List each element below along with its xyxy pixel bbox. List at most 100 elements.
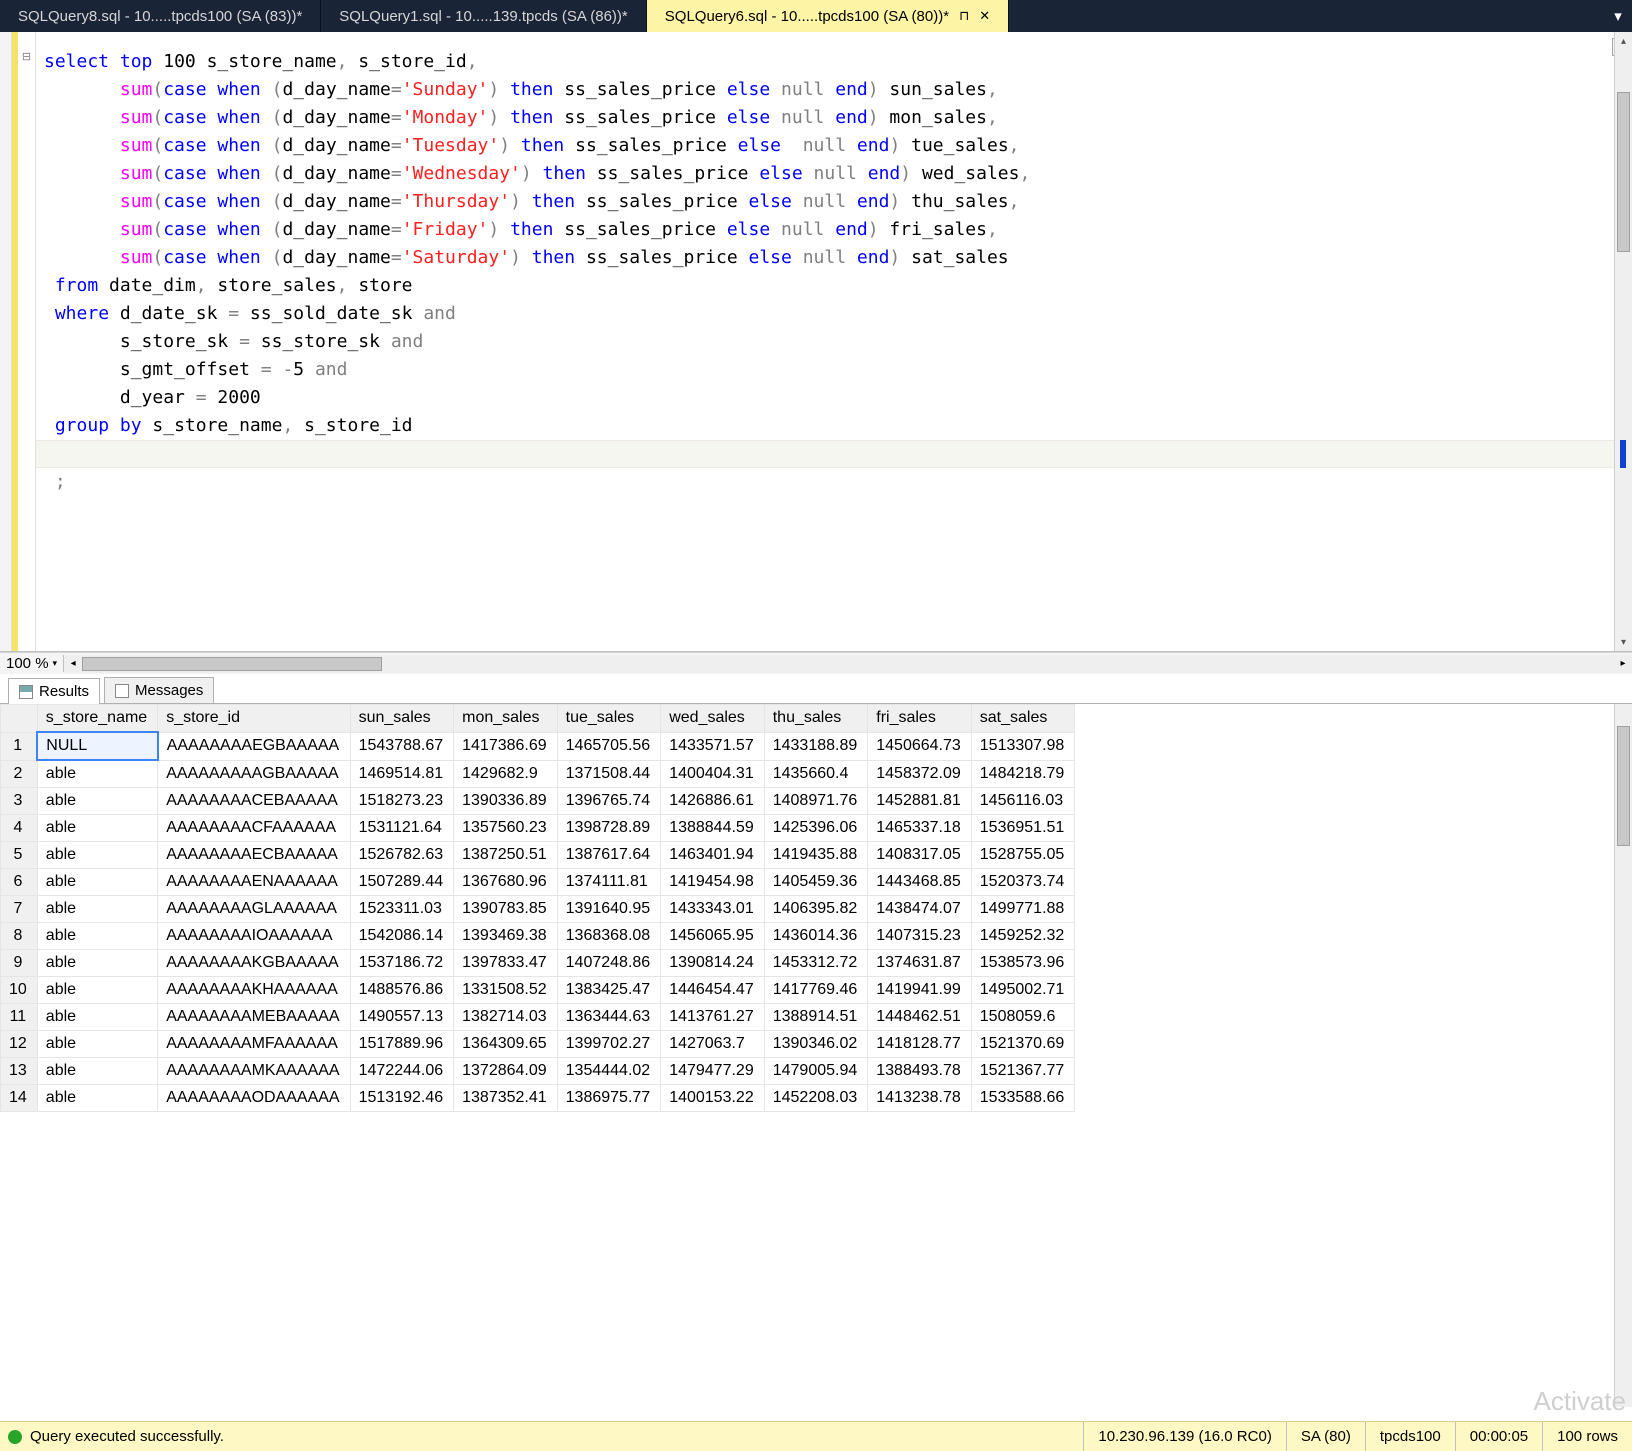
column-header[interactable]: sun_sales [350,705,454,733]
cell[interactable]: 1452881.81 [868,788,972,815]
cell[interactable]: 1388844.59 [661,815,765,842]
column-header[interactable]: thu_sales [764,705,868,733]
cell[interactable]: NULL [37,732,157,760]
cell[interactable]: 1419435.88 [764,842,868,869]
row-number[interactable]: 13 [1,1058,38,1085]
cell[interactable]: 1542086.14 [350,923,454,950]
table-row[interactable]: 4ableAAAAAAAACFAAAAAA1531121.641357560.2… [1,815,1075,842]
cell[interactable]: able [37,1058,157,1085]
row-number[interactable]: 11 [1,1004,38,1031]
cell[interactable]: 1388914.51 [764,1004,868,1031]
cell[interactable]: AAAAAAAAIOAAAAAA [158,923,350,950]
code-line[interactable]: select top 100 s_store_name, s_store_id, [44,48,1602,76]
cell[interactable]: 1484218.79 [971,760,1075,788]
cell[interactable]: 1518273.23 [350,788,454,815]
table-row[interactable]: 12ableAAAAAAAAMFAAAAAA1517889.961364309.… [1,1031,1075,1058]
row-number[interactable]: 14 [1,1085,38,1112]
cell[interactable]: 1463401.94 [661,842,765,869]
cell[interactable]: 1538573.96 [971,950,1075,977]
scroll-thumb[interactable] [1617,92,1630,252]
cell[interactable]: AAAAAAAAEGBAAAAA [158,732,350,760]
cell[interactable]: 1393469.38 [454,923,558,950]
cell[interactable]: AAAAAAAAMEBAAAAA [158,1004,350,1031]
cell[interactable]: able [37,842,157,869]
editor-horizontal-scrollbar[interactable]: ◂ ▸ [64,655,1632,673]
cell[interactable]: AAAAAAAAMFAAAAAA [158,1031,350,1058]
cell[interactable]: 1443468.85 [868,869,972,896]
cell[interactable]: AAAAAAAACFAAAAAA [158,815,350,842]
cell[interactable]: able [37,950,157,977]
cell[interactable]: 1413761.27 [661,1004,765,1031]
scroll-right-icon[interactable]: ▸ [1614,655,1632,673]
row-header-corner[interactable] [1,705,38,733]
tab-messages[interactable]: Messages [104,677,214,703]
cell[interactable]: 1446454.47 [661,977,765,1004]
cell[interactable]: 1408317.05 [868,842,972,869]
column-header[interactable]: s_store_id [158,705,350,733]
grid-table[interactable]: s_store_names_store_idsun_salesmon_sales… [0,704,1075,1112]
column-header[interactable]: sat_sales [971,705,1075,733]
table-row[interactable]: 11ableAAAAAAAAMEBAAAAA1490557.131382714.… [1,1004,1075,1031]
table-row[interactable]: 5ableAAAAAAAAECBAAAAA1526782.631387250.5… [1,842,1075,869]
row-number[interactable]: 2 [1,760,38,788]
cell[interactable]: 1435660.4 [764,760,868,788]
scroll-thumb[interactable] [82,657,382,671]
code-line[interactable]: sum(case when (d_day_name='Friday') then… [44,216,1602,244]
column-header[interactable]: wed_sales [661,705,765,733]
table-row[interactable]: 1NULLAAAAAAAAEGBAAAAA1543788.671417386.6… [1,732,1075,760]
cell[interactable]: 1407248.86 [557,950,661,977]
column-header[interactable]: fri_sales [868,705,972,733]
cell[interactable]: 1521367.77 [971,1058,1075,1085]
cell[interactable]: able [37,923,157,950]
cell[interactable]: 1452208.03 [764,1085,868,1112]
code-area[interactable]: select top 100 s_store_name, s_store_id,… [36,32,1614,651]
cell[interactable]: 1433188.89 [764,732,868,760]
cell[interactable]: 1450664.73 [868,732,972,760]
code-line[interactable]: from date_dim, store_sales, store [44,272,1602,300]
cell[interactable]: 1390336.89 [454,788,558,815]
tab-2[interactable]: SQLQuery6.sql - 10.....tpcds100 (SA (80)… [647,0,1009,32]
row-number[interactable]: 6 [1,869,38,896]
cell[interactable]: able [37,896,157,923]
row-number[interactable]: 1 [1,732,38,760]
code-line[interactable]: where d_date_sk = ss_sold_date_sk and [44,300,1602,328]
cell[interactable]: 1396765.74 [557,788,661,815]
cell[interactable]: able [37,760,157,788]
cell[interactable]: 1400404.31 [661,760,765,788]
cell[interactable]: 1407315.23 [868,923,972,950]
cell[interactable]: 1488576.86 [350,977,454,1004]
tab-1[interactable]: SQLQuery1.sql - 10.....139.tpcds (SA (86… [321,0,646,32]
row-number[interactable]: 12 [1,1031,38,1058]
table-row[interactable]: 9ableAAAAAAAAKGBAAAAA1537186.721397833.4… [1,950,1075,977]
row-number[interactable]: 10 [1,977,38,1004]
cell[interactable]: 1517889.96 [350,1031,454,1058]
table-row[interactable]: 2ableAAAAAAAAAGBAAAAA1469514.811429682.9… [1,760,1075,788]
pin-icon[interactable]: ⊓ [959,8,969,24]
cell[interactable]: 1456065.95 [661,923,765,950]
column-header[interactable]: mon_sales [454,705,558,733]
cell[interactable]: 1459252.32 [971,923,1075,950]
cell[interactable]: 1490557.13 [350,1004,454,1031]
cell[interactable]: 1391640.95 [557,896,661,923]
row-number[interactable]: 4 [1,815,38,842]
cell[interactable]: 1388493.78 [868,1058,972,1085]
scroll-thumb[interactable] [1617,726,1630,846]
editor-vertical-scrollbar[interactable]: ▴ ▾ [1614,32,1632,651]
table-row[interactable]: 10ableAAAAAAAAKHAAAAAA1488576.861331508.… [1,977,1075,1004]
row-number[interactable]: 5 [1,842,38,869]
cell[interactable]: 1429682.9 [454,760,558,788]
cell[interactable]: 1357560.23 [454,815,558,842]
cell[interactable]: 1331508.52 [454,977,558,1004]
cell[interactable]: 1383425.47 [557,977,661,1004]
code-line[interactable]: s_store_sk = ss_store_sk and [44,328,1602,356]
chevron-down-icon[interactable]: ▾ [53,658,58,669]
cell[interactable]: 1397833.47 [454,950,558,977]
scroll-up-icon[interactable]: ▴ [1615,32,1632,50]
cell[interactable]: 1536951.51 [971,815,1075,842]
cell[interactable]: 1386975.77 [557,1085,661,1112]
cell[interactable]: 1400153.22 [661,1085,765,1112]
table-row[interactable]: 13ableAAAAAAAAMKAAAAAA1472244.061372864.… [1,1058,1075,1085]
cell[interactable]: 1374631.87 [868,950,972,977]
cell[interactable]: AAAAAAAAECBAAAAA [158,842,350,869]
cell[interactable]: 1387352.41 [454,1085,558,1112]
